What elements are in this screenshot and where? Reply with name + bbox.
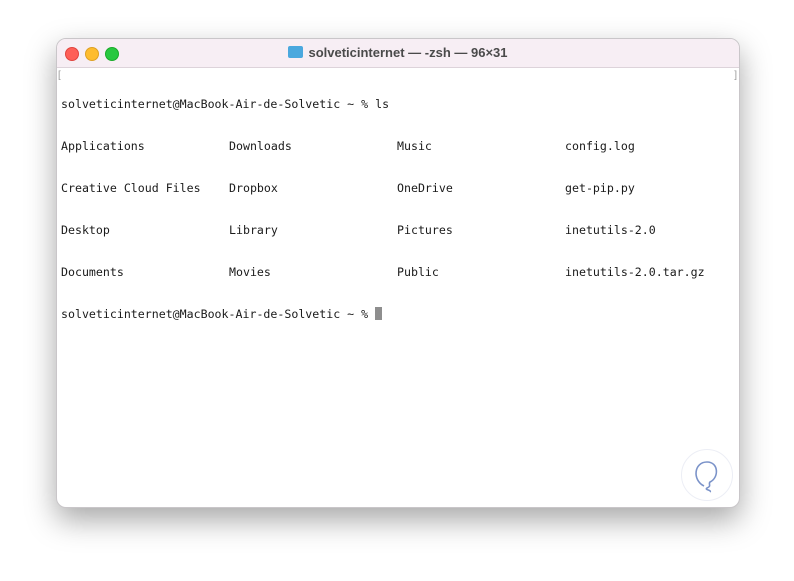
ls-entry: Downloads: [229, 139, 292, 153]
folder-icon: [288, 46, 304, 58]
ls-entry: inetutils-2.0.tar.gz: [565, 265, 705, 279]
ls-entry: get-pip.py: [565, 181, 635, 195]
window-title: solveticinternet — -zsh — 96×31: [57, 45, 739, 60]
ls-entry: Public: [397, 265, 439, 279]
prompt-line: solveticinternet@MacBook-Air-de-Solvetic…: [61, 97, 390, 111]
watermark-logo-icon: [681, 449, 733, 501]
title-bar[interactable]: solveticinternet — -zsh — 96×31: [57, 39, 739, 68]
ls-entry: Movies: [229, 265, 271, 279]
ls-entry: Applications: [61, 139, 145, 153]
ls-row: Creative Cloud Files Dropbox OneDrive get-p…: [61, 181, 733, 195]
ls-row: Applications Downloads Music config.log: [61, 139, 733, 153]
ls-entry: Creative Cloud Files: [61, 181, 201, 195]
ls-row: Documents Movies Public inetutils-2.0.tar.g…: [61, 265, 733, 279]
text-cursor: [375, 307, 383, 320]
ls-entry: inetutils-2.0: [565, 223, 656, 237]
ls-entry: Pictures: [397, 223, 453, 237]
current-prompt: solveticinternet@MacBook-Air-de-Solvetic…: [61, 307, 376, 321]
ls-entry: Dropbox: [229, 181, 278, 195]
ls-entry: Music: [397, 139, 432, 153]
terminal-output[interactable]: solveticinternet@MacBook-Air-de-Solvetic…: [61, 69, 733, 349]
window-title-text: solveticinternet — -zsh — 96×31: [308, 45, 508, 60]
mark-bracket-right: ]: [734, 70, 737, 81]
ls-row: Desktop Library Pictures inetutils-2.0: [61, 223, 733, 237]
terminal-window: solveticinternet — -zsh — 96×31 [ ] solv…: [56, 38, 740, 508]
ls-entry: OneDrive: [397, 181, 453, 195]
ls-entry: Desktop: [61, 223, 110, 237]
ls-entry: Documents: [61, 265, 124, 279]
ls-entry: config.log: [565, 139, 635, 153]
ls-entry: Library: [229, 223, 278, 237]
